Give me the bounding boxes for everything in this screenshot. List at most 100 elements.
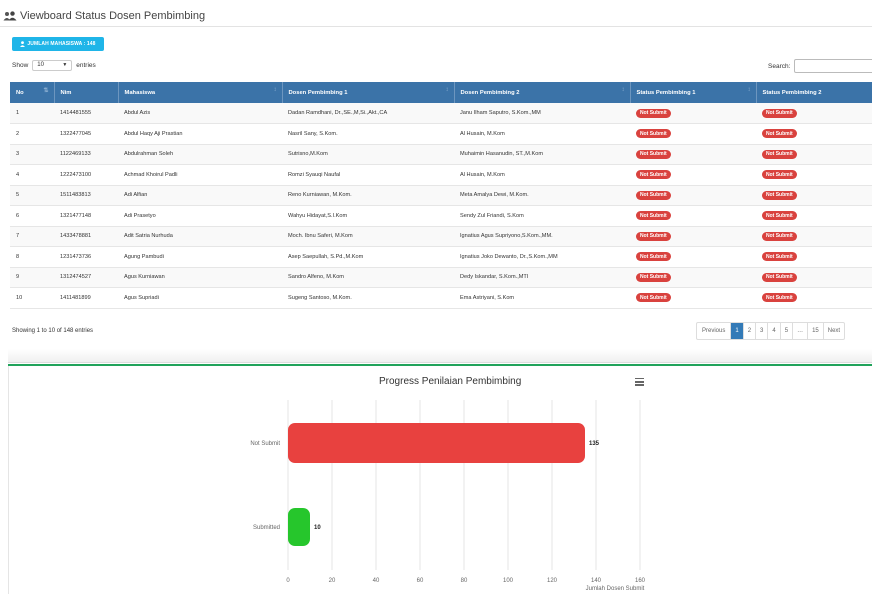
- cell-no: 10: [10, 287, 54, 309]
- cell-status-1: Not Submit: [630, 185, 756, 206]
- column-header-no[interactable]: No ⇅: [10, 82, 55, 103]
- cell-mahasiswa: Adi Alfian: [118, 185, 282, 206]
- pagination-previous[interactable]: Previous: [697, 323, 732, 339]
- cell-mahasiswa: Abdul Haqy Aji Prastian: [118, 123, 282, 145]
- cell-no: 1: [10, 103, 54, 124]
- x-axis-title: Jumlah Dosen Submit: [586, 586, 645, 592]
- cell-dosen-2: Meta Amalya Dewi, M.Kom.: [454, 185, 630, 206]
- cell-dosen-2: Muhaimin Hasanudin, ST.,M.Kom: [454, 144, 630, 165]
- cell-mahasiswa: Adi Prasetyo: [118, 205, 282, 227]
- status-badge: Not Submit: [762, 190, 797, 200]
- cell-mahasiswa: Abdulrahman Soleh: [118, 144, 282, 165]
- category-label: Submitted: [253, 525, 280, 531]
- pagination-page-15[interactable]: 15: [808, 323, 824, 339]
- entries-select-value: 10: [37, 62, 44, 68]
- x-tick-label: 40: [373, 578, 380, 584]
- cell-dosen-1: Sutrisno,M.Kom: [282, 144, 454, 165]
- column-header-status-2[interactable]: Status Pembimbing 2↕: [756, 82, 872, 103]
- pagination-page-2[interactable]: 2: [744, 323, 757, 339]
- pagination-page-4[interactable]: 4: [768, 323, 781, 339]
- entries-select[interactable]: 10 ▼: [32, 59, 73, 71]
- user-icon: [20, 41, 26, 47]
- x-tick-label: 140: [591, 578, 602, 584]
- search-label: Search:: [768, 62, 791, 70]
- cell-mahasiswa: Adit Satria Nurhuda: [118, 226, 282, 247]
- cell-no: 7: [10, 226, 54, 247]
- data-label: 135: [589, 441, 600, 447]
- status-badge: Not Submit: [762, 129, 797, 139]
- cell-no: 8: [10, 246, 54, 268]
- cell-status-1: Not Submit: [630, 287, 756, 309]
- table-row: 7 1433478881 Adit Satria Nurhuda Moch. Ibnu…: [10, 226, 872, 247]
- cell-nim: 1231473736: [54, 246, 118, 268]
- cell-nim: 1414481555: [54, 103, 118, 124]
- cell-dosen-1: Moch. Ibnu Saferi, M.Kom: [282, 226, 454, 247]
- students-table: No ⇅ Nim Mahasiswa ↕ Dosen Pembimbing 1 ↕ D…: [10, 82, 872, 309]
- cell-no: 6: [10, 205, 54, 227]
- cell-dosen-1: Sugeng Santoso, M.Kom.: [282, 287, 454, 309]
- hamburger-menu-icon[interactable]: [635, 378, 644, 386]
- table-row: 6 1321477148 Adi Prasetyo Wahyu Hidayat,S.I…: [10, 205, 872, 227]
- cell-status-1: Not Submit: [630, 164, 756, 186]
- cell-status-2: Not Submit: [756, 226, 872, 247]
- sort-icon: ↕: [445, 87, 449, 93]
- cell-dosen-1: Romzi Syauqi Naufal: [282, 164, 454, 186]
- cell-no: 5: [10, 185, 54, 206]
- search-input[interactable]: [794, 59, 872, 73]
- pagination-page-3[interactable]: 3: [756, 323, 769, 339]
- x-tick-label: 160: [635, 578, 646, 584]
- column-header-dosen-1[interactable]: Dosen Pembimbing 1 ↕: [282, 82, 455, 103]
- column-header-status-1[interactable]: Status Pembimbing 1 ↕: [630, 82, 757, 103]
- status-badge: Not Submit: [636, 293, 671, 303]
- pagination-page-1[interactable]: 1: [731, 323, 744, 339]
- page-title: Viewboard Status Dosen Pembimbing: [20, 10, 206, 22]
- pagination: Previous 1 2 3 4 5 … 15 Next: [696, 322, 846, 340]
- sort-icon: ↕: [621, 87, 625, 93]
- table-info: Showing 1 to 10 of 148 entries: [12, 328, 94, 334]
- cell-status-1: Not Submit: [630, 123, 756, 145]
- table-row: 3 1122469133 Abdulrahman Soleh Sutrisno,M.K…: [10, 144, 872, 165]
- column-header-dosen-2[interactable]: Dosen Pembimbing 2 ↕: [454, 82, 631, 103]
- status-badge: Not Submit: [636, 170, 671, 180]
- cell-status-2: Not Submit: [756, 123, 872, 145]
- pagination-next[interactable]: Next: [824, 323, 844, 339]
- column-header-nim[interactable]: Nim: [54, 82, 119, 103]
- cell-no: 9: [10, 267, 54, 288]
- x-tick-label: 80: [461, 578, 468, 584]
- sort-asc-icon: ⇅: [43, 88, 49, 94]
- status-badge: Not Submit: [762, 149, 797, 159]
- x-tick-label: 120: [547, 578, 558, 584]
- status-badge: Not Submit: [762, 252, 797, 262]
- status-badge: Not Submit: [636, 211, 671, 221]
- bar: [288, 508, 310, 546]
- sort-icon: ↕: [747, 87, 751, 93]
- status-badge: Not Submit: [762, 231, 797, 241]
- status-badge: Not Submit: [762, 170, 797, 180]
- table-row: 9 1312474527 Agus Kurniawan Sandro Alfeno, …: [10, 267, 872, 288]
- x-tick-label: 20: [329, 578, 336, 584]
- column-header-mahasiswa[interactable]: Mahasiswa ↕: [118, 82, 283, 103]
- cell-status-1: Not Submit: [630, 246, 756, 268]
- pagination-page-5[interactable]: 5: [781, 323, 794, 339]
- cell-mahasiswa: Agung Pambudi: [118, 246, 282, 268]
- x-tick-label: 100: [503, 578, 514, 584]
- cell-status-1: Not Submit: [630, 144, 756, 165]
- length-menu: Show 10 ▼ entries: [12, 59, 96, 71]
- bar: [288, 423, 585, 463]
- cell-dosen-1: Reno Kurniawan, M.Kom.: [282, 185, 454, 206]
- cell-dosen-2: Ignatius Joko Dewanto, Dr.,S.Kom.,MM: [454, 246, 630, 268]
- header-divider: [0, 26, 872, 27]
- data-label: 10: [314, 525, 321, 531]
- cell-no: 2: [10, 123, 54, 145]
- cell-status-1: Not Submit: [630, 226, 756, 247]
- status-badge: Not Submit: [636, 252, 671, 262]
- table-row: 10 1411481899 Agus Supriadi Sugeng Santoso,…: [10, 287, 872, 309]
- chart-title: Progress Penilaian Pembimbing: [379, 376, 522, 387]
- cell-nim: 1312474527: [54, 267, 118, 288]
- cell-nim: 1122469133: [54, 144, 118, 165]
- caret-down-icon: ▼: [62, 62, 68, 68]
- student-count-button[interactable]: JUMLAH MAHASISWA : 148: [12, 37, 104, 51]
- cell-no: 3: [10, 144, 54, 165]
- sort-icon: ↕: [273, 87, 277, 93]
- cell-status-2: Not Submit: [756, 205, 872, 227]
